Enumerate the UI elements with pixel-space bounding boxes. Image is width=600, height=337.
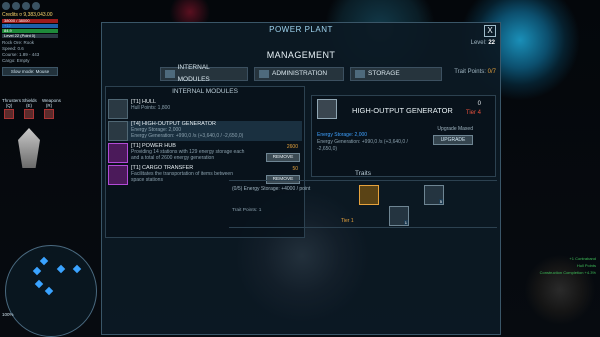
minimap[interactable] bbox=[5, 245, 97, 337]
shields-key: (E) bbox=[26, 103, 32, 108]
tab-internal-modules[interactable]: INTERNAL MODULES bbox=[160, 64, 248, 83]
detail-count: 0 bbox=[477, 101, 481, 107]
thrusters-key: (Q) bbox=[5, 103, 13, 108]
trait-points: Trait Points: 0/7 bbox=[454, 69, 496, 75]
player-hud: Credits ¤ 9,383,043.00 38000 / 38000 +12… bbox=[2, 2, 58, 76]
power-hub-icon bbox=[108, 143, 128, 163]
trait-badge: 5 bbox=[438, 199, 443, 204]
station-level: Level: 22 bbox=[471, 40, 495, 46]
menu-icon[interactable] bbox=[2, 2, 10, 10]
power-plant-panel: POWER PLANT X Level: 22 MANAGEMENT INTER… bbox=[101, 22, 501, 335]
stat-line: Energy Storage: 2,000 bbox=[317, 132, 368, 138]
module-high-output-generator[interactable]: [T4] HIGH-OUTPUT GENERATOR Energy Storage… bbox=[108, 121, 302, 141]
log-line: +1 Contraband bbox=[569, 256, 596, 261]
tab-label: INTERNAL MODULES bbox=[177, 64, 210, 83]
tab-label: STORAGE bbox=[368, 70, 400, 77]
upgrade-maxed-label: Upgrade Maxed bbox=[437, 126, 473, 132]
trait-icon[interactable]: 5 bbox=[424, 185, 444, 205]
thrusters-toggle[interactable]: Thrusters (Q) bbox=[2, 98, 21, 120]
traits-heading: Traits bbox=[354, 170, 371, 177]
generator-icon bbox=[317, 99, 337, 119]
map-icon[interactable] bbox=[12, 2, 20, 10]
remove-button[interactable]: REMOVE bbox=[266, 153, 300, 162]
trait-description: (0/5) Energy Storage: +4000 / point bbox=[232, 186, 311, 192]
modules-heading: INTERNAL MODULES bbox=[172, 88, 238, 95]
tab-storage[interactable]: STORAGE bbox=[350, 67, 442, 81]
module-cost: 2600 bbox=[286, 144, 298, 150]
trait-tier: Tier 1 bbox=[341, 218, 354, 224]
stat-line: Cargo: Empty bbox=[2, 58, 30, 63]
panel-title: POWER PLANT bbox=[269, 25, 333, 34]
shields-toggle[interactable]: Shields (E) bbox=[22, 98, 37, 120]
detail-title: HIGH-OUTPUT GENERATOR bbox=[352, 106, 453, 115]
management-heading: MANAGEMENT bbox=[266, 50, 336, 60]
station-marker[interactable] bbox=[32, 266, 42, 276]
systems-toggles: Thrusters (Q) Shields (E) Weapons (R) bbox=[2, 98, 61, 120]
tab-label: ADMINISTRATION bbox=[272, 70, 328, 77]
close-button[interactable]: X bbox=[484, 25, 496, 37]
trait-badge: 1 bbox=[403, 220, 408, 225]
zoom-level: 100% bbox=[2, 312, 14, 317]
administration-icon bbox=[259, 70, 269, 78]
log-line: Construction Completion +4.3% bbox=[539, 270, 596, 275]
station-marker[interactable] bbox=[72, 264, 82, 274]
log-line: Hull Points bbox=[576, 263, 596, 268]
weapons-key: (R) bbox=[45, 103, 53, 108]
detail-stats: Energy Storage: 2,000 Energy Generation: … bbox=[317, 132, 427, 153]
trait-icon[interactable]: 1 bbox=[389, 206, 409, 226]
settings-icon[interactable] bbox=[22, 2, 30, 10]
thrusters-icon bbox=[4, 109, 14, 119]
module-desc: Energy Generation: +990,0 /s (+3,640,0 /… bbox=[131, 133, 244, 139]
cargo-transfer-icon bbox=[108, 165, 128, 185]
trait-points-value: 0/7 bbox=[487, 69, 496, 75]
level-label: Level: bbox=[470, 40, 487, 46]
weapons-toggle[interactable]: Weapons (R) bbox=[42, 98, 61, 120]
ship-stats: Rock Ore: Rook Speed: 0.6 Course: 1.89 -… bbox=[2, 40, 58, 64]
trait-points-label: Trait Points: bbox=[454, 69, 486, 75]
generator-icon bbox=[108, 121, 128, 141]
level-bar: Level 22 (Point 0) bbox=[2, 34, 58, 38]
modules-icon bbox=[165, 70, 175, 78]
storage-icon bbox=[355, 70, 365, 78]
detail-tier: Tier 4 bbox=[465, 110, 481, 116]
tab-administration[interactable]: ADMINISTRATION bbox=[254, 67, 344, 81]
mouse-mode-button[interactable]: Slow mode: Mouse bbox=[2, 67, 58, 76]
station-marker[interactable] bbox=[56, 264, 66, 274]
stat-line: Energy Generation: +990,0 /s (+3,640,0 /… bbox=[317, 139, 408, 152]
station-marker[interactable] bbox=[39, 256, 49, 266]
station-marker[interactable] bbox=[44, 286, 54, 296]
module-power-hub[interactable]: [T1] POWER HUB Providing 14 stations with… bbox=[108, 143, 302, 163]
module-hull[interactable]: [T1] HULL Hull Points: 1,800 bbox=[108, 99, 302, 119]
level-value: 22 bbox=[488, 40, 495, 46]
hud-icons bbox=[2, 2, 58, 10]
shields-icon bbox=[24, 109, 34, 119]
trait-points-required: Trait Points: 1 bbox=[232, 208, 262, 213]
trait-row: (0/5) Energy Storage: +4000 / point Trai… bbox=[229, 180, 497, 228]
module-detail: HIGH-OUTPUT GENERATOR 0 Tier 4 Energy St… bbox=[311, 95, 496, 177]
module-desc: and a total of 2600 energy generation bbox=[131, 155, 215, 161]
module-desc: Hull Points: 1,800 bbox=[131, 105, 171, 111]
management-tabs: INTERNAL MODULES ADMINISTRATION STORAGE bbox=[160, 64, 442, 83]
station-marker[interactable] bbox=[34, 279, 44, 289]
energy-storage-trait-icon[interactable] bbox=[359, 185, 379, 205]
weapons-icon bbox=[44, 109, 54, 119]
hull-icon bbox=[108, 99, 128, 119]
help-icon[interactable] bbox=[32, 2, 40, 10]
module-desc: space stations bbox=[131, 177, 163, 183]
event-log: +1 Contraband Hull Points Construction C… bbox=[540, 255, 596, 276]
upgrade-button[interactable]: UPGRADE bbox=[433, 135, 473, 145]
